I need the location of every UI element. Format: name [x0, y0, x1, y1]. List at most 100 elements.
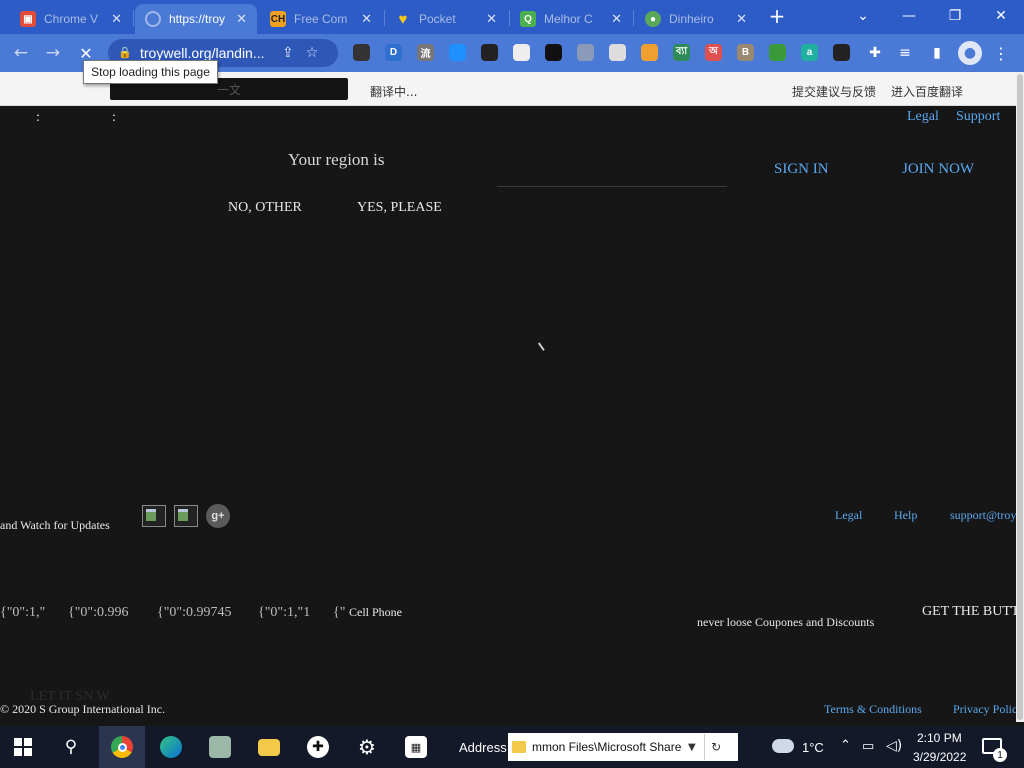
calendar-icon: ▦	[405, 736, 427, 758]
extension-icon[interactable]	[609, 44, 626, 61]
broken-image-icon[interactable]	[174, 505, 198, 527]
extension-icon[interactable]	[641, 44, 658, 61]
menu-kebab-icon[interactable]: ⋮	[990, 42, 1012, 64]
feedback-link[interactable]: 提交建议与反馈	[792, 83, 876, 100]
loading-spinner-icon	[537, 340, 549, 351]
extension-icon[interactable]: ব্যা	[673, 44, 690, 61]
tab-strip: ▣ Chrome V ✕ https://troy ✕ CH Free Com …	[0, 0, 1024, 34]
extension-icon[interactable]: 流	[417, 44, 434, 61]
tab-4[interactable]: ♥ Pocket ✕	[385, 4, 507, 34]
extension-icon[interactable]: D	[385, 44, 402, 61]
close-tab-icon[interactable]: ✕	[361, 11, 372, 27]
extension-icon[interactable]	[577, 44, 594, 61]
clock-date[interactable]: 3/29/2022	[913, 750, 966, 764]
search-icon: ⚲	[64, 737, 78, 757]
open-baidu-translate-link[interactable]: 进入百度翻译	[891, 83, 963, 100]
heart-icon: ♥	[398, 10, 408, 28]
extension-icon[interactable]	[481, 44, 498, 61]
taskbar-edge[interactable]	[148, 726, 194, 768]
get-the-button-text[interactable]: GET THE BUTT	[922, 604, 1016, 620]
restore-button[interactable]: ❐	[932, 0, 978, 32]
piggy-icon: ●	[645, 11, 661, 27]
taskbar-app-5[interactable]: ✚	[295, 726, 341, 768]
chevron-down-icon[interactable]: ▼	[688, 742, 696, 753]
tab-title: Dinheiro	[669, 12, 714, 26]
start-button[interactable]	[0, 726, 46, 768]
temperature-text[interactable]: 1°C	[802, 740, 824, 755]
extensions-puzzle-icon[interactable]: ✚	[864, 42, 886, 64]
close-tab-icon[interactable]: ✕	[611, 11, 622, 27]
broken-image-icon[interactable]	[142, 505, 166, 527]
back-icon[interactable]: ←	[10, 42, 32, 64]
tab-title: Free Com	[294, 12, 348, 26]
close-tab-icon[interactable]: ✕	[111, 11, 122, 27]
side-panel-icon[interactable]: ▮	[926, 42, 948, 64]
support-link[interactable]: Support	[956, 109, 1000, 125]
refresh-icon[interactable]: ↻	[703, 734, 728, 760]
taskbar-app-3[interactable]	[197, 726, 243, 768]
colon-left: :	[36, 110, 40, 125]
privacy-link[interactable]: Privacy Polic	[953, 702, 1016, 717]
sign-in-link[interactable]: SIGN IN	[774, 161, 829, 178]
extension-icon[interactable]	[513, 44, 530, 61]
url-text[interactable]: troywell.org/landin...	[140, 45, 270, 61]
extension-icon[interactable]	[449, 44, 466, 61]
search-button[interactable]: ⚲	[48, 726, 94, 768]
volume-icon[interactable]: ◁)	[886, 738, 902, 754]
cell-phone-text: Cell Phone	[349, 605, 402, 619]
profile-avatar-icon[interactable]: ●	[958, 41, 982, 65]
tab-6[interactable]: ● Dinheiro ✕	[635, 4, 757, 34]
ch-icon: CH	[270, 11, 286, 27]
extension-icon[interactable]	[545, 44, 562, 61]
taskbar-chrome[interactable]	[99, 726, 145, 768]
extension-icon[interactable]	[769, 44, 786, 61]
taskbar-calendar[interactable]: ▦	[393, 726, 439, 768]
no-other-button[interactable]: NO, OTHER	[228, 200, 302, 216]
weather-cloud-icon[interactable]	[772, 739, 794, 753]
footer-legal-link[interactable]: Legal	[835, 508, 862, 523]
address-toolbar-input[interactable]: mmon Files\Microsoft Shared ▼ ↻	[508, 733, 738, 761]
address-toolbar-value[interactable]: mmon Files\Microsoft Shared	[532, 740, 682, 754]
forward-icon[interactable]: →	[42, 42, 64, 64]
clock-time[interactable]: 2:10 PM	[917, 731, 962, 745]
chevron-up-icon[interactable]: ⌃	[840, 738, 851, 753]
tooltip: Stop loading this page	[83, 60, 218, 84]
scrollbar-thumb[interactable]	[1017, 74, 1023, 720]
loading-icon	[145, 11, 161, 27]
tab-search-icon[interactable]: ⌄	[840, 0, 886, 32]
lock-icon[interactable]: 🔒	[118, 46, 132, 60]
close-tab-icon[interactable]: ✕	[486, 11, 497, 27]
tab-5[interactable]: Q Melhor C ✕	[510, 4, 632, 34]
tab-3[interactable]: CH Free Com ✕	[260, 4, 382, 34]
tab-2-active[interactable]: https://troy ✕	[135, 4, 257, 34]
footer-help-link[interactable]: Help	[894, 508, 917, 523]
json-text-5: {"	[333, 605, 346, 620]
close-window-button[interactable]: ✕	[978, 0, 1024, 32]
translating-status: 翻译中...	[370, 85, 418, 99]
extension-icon[interactable]	[353, 44, 370, 61]
json-text-3: {"0":0.99745	[157, 605, 232, 620]
watch-updates-text: and Watch for Updates	[0, 518, 110, 532]
legal-link[interactable]: Legal	[907, 109, 939, 125]
footer-support-email[interactable]: support@troy	[950, 508, 1016, 523]
taskbar-settings[interactable]: ⚙	[344, 726, 390, 768]
bookmark-star-icon[interactable]: ☆	[306, 45, 319, 61]
taskbar-file-explorer[interactable]	[246, 726, 292, 768]
extension-icon[interactable]: a	[801, 44, 818, 61]
media-control-icon[interactable]: ≡	[894, 42, 916, 64]
yes-please-button[interactable]: YES, PLEASE	[357, 200, 442, 216]
network-icon[interactable]: ▭	[862, 739, 874, 754]
extension-icon[interactable]: B	[737, 44, 754, 61]
extension-icon[interactable]	[833, 44, 850, 61]
tab-1[interactable]: ▣ Chrome V ✕	[10, 4, 132, 34]
minimize-button[interactable]: —	[886, 0, 932, 32]
close-tab-icon[interactable]: ✕	[236, 11, 247, 27]
terms-link[interactable]: Terms & Conditions	[824, 702, 922, 717]
share-icon[interactable]: ⇪	[282, 45, 294, 61]
extension-icon[interactable]: অ	[705, 44, 722, 61]
close-tab-icon[interactable]: ✕	[736, 11, 747, 27]
google-plus-icon[interactable]: g+	[206, 504, 230, 528]
new-tab-button[interactable]: +	[757, 0, 797, 32]
q-icon: Q	[520, 11, 536, 27]
join-now-link[interactable]: JOIN NOW	[902, 161, 974, 178]
